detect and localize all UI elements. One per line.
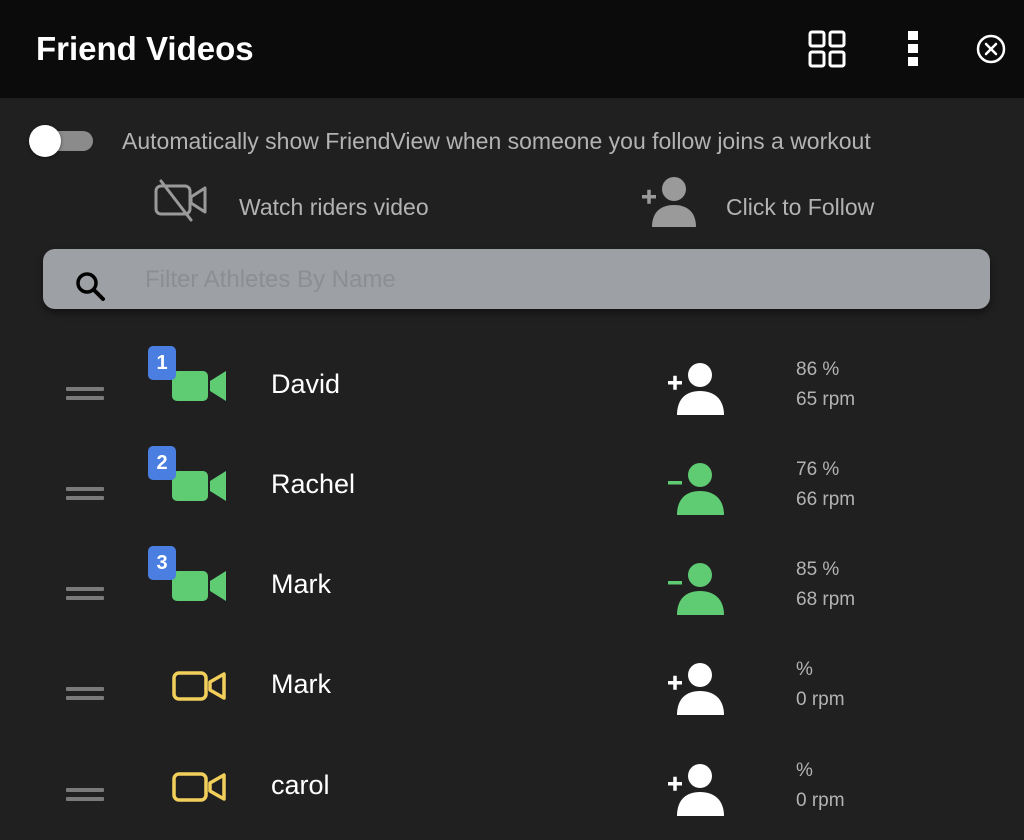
title-bar: Friend Videos <box>0 0 1024 98</box>
legend-video-label: Watch riders video <box>239 194 429 220</box>
athlete-search-bar <box>43 249 990 309</box>
unfollow-button[interactable] <box>666 561 726 617</box>
legend-follow <box>640 175 700 234</box>
video-camera-icon <box>172 571 226 601</box>
follow-button[interactable] <box>666 661 726 717</box>
cadence-value: 68 rpm <box>796 589 856 610</box>
add-person-icon <box>668 363 724 415</box>
close-button[interactable] <box>975 33 1007 65</box>
order-badge: 1 <box>148 346 176 380</box>
legend-video <box>153 178 211 227</box>
more-vertical-icon <box>908 31 918 66</box>
follow-button[interactable] <box>666 361 726 417</box>
close-circle-icon <box>976 34 1006 64</box>
drag-handle-icon[interactable] <box>66 784 104 804</box>
cadence-value: 0 rpm <box>796 689 845 710</box>
drag-handle-icon[interactable] <box>66 383 104 403</box>
toggle-knob <box>29 125 61 157</box>
drag-handle-icon[interactable] <box>66 683 104 703</box>
follow-button[interactable] <box>666 762 726 818</box>
video-camera-icon <box>172 471 226 501</box>
power-value: % <box>796 659 813 680</box>
legend-follow-label: Click to Follow <box>726 194 875 220</box>
auto-show-toggle[interactable] <box>29 125 95 157</box>
video-off-icon <box>154 179 207 222</box>
rider-name: David <box>271 369 341 399</box>
auto-show-label: Automatically show FriendView when someo… <box>122 128 871 154</box>
search-icon <box>76 272 105 301</box>
rider-row: carol % 0 rpm <box>0 740 1024 840</box>
power-value: % <box>796 760 813 781</box>
rider-name: Rachel <box>271 469 356 499</box>
rider-row: Mark % 0 rpm <box>0 639 1024 739</box>
cadence-value: 65 rpm <box>796 389 856 410</box>
drag-handle-icon[interactable] <box>66 483 104 503</box>
rider-name: Mark <box>271 569 331 599</box>
search-input[interactable] <box>143 261 967 299</box>
page-title: Friend Videos <box>36 30 254 67</box>
video-button[interactable] <box>170 661 230 705</box>
rider-row: 2 Rachel 76 % 66 rpm <box>0 439 1024 539</box>
power-value: 76 % <box>796 459 840 480</box>
unfollow-button[interactable] <box>666 461 726 517</box>
order-badge: 3 <box>148 546 176 580</box>
video-button[interactable] <box>170 461 230 505</box>
more-options-button[interactable] <box>896 28 932 68</box>
remove-person-icon <box>668 463 724 515</box>
rider-row: 1 David 86 % 65 rpm <box>0 339 1024 439</box>
rider-name: carol <box>271 770 330 800</box>
grid-view-button[interactable] <box>807 29 847 69</box>
video-camera-outline-icon <box>172 671 226 701</box>
rider-row: 3 Mark 85 % 68 rpm <box>0 539 1024 639</box>
add-person-icon <box>668 764 724 816</box>
power-value: 86 % <box>796 359 840 380</box>
rider-name: Mark <box>271 669 331 699</box>
order-badge: 2 <box>148 446 176 480</box>
grid-view-icon <box>808 30 846 68</box>
video-button[interactable] <box>170 561 230 605</box>
video-camera-icon <box>172 371 226 401</box>
power-value: 85 % <box>796 559 840 580</box>
drag-handle-icon[interactable] <box>66 583 104 603</box>
remove-person-icon <box>668 563 724 615</box>
add-person-icon <box>668 663 724 715</box>
cadence-value: 0 rpm <box>796 790 845 811</box>
video-camera-outline-icon <box>172 772 226 802</box>
cadence-value: 66 rpm <box>796 489 856 510</box>
video-button[interactable] <box>170 762 230 806</box>
video-button[interactable] <box>170 361 230 405</box>
add-person-icon <box>642 177 696 227</box>
